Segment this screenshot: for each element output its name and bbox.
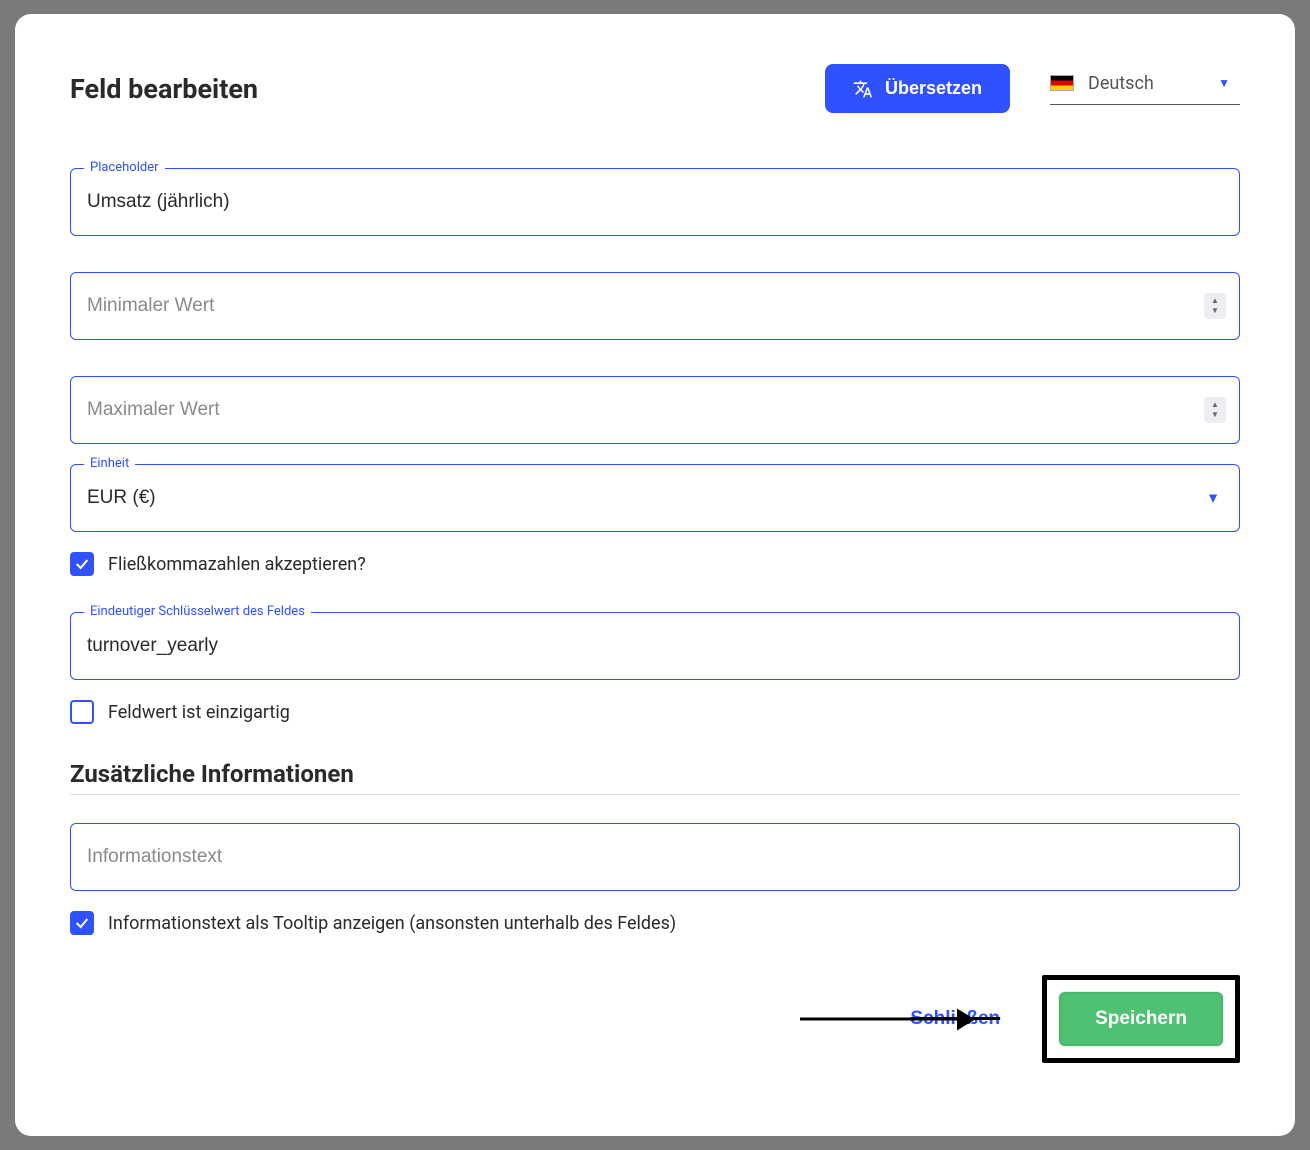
key-field-group: Eindeutiger Schlüsselwert des Feldes (70, 612, 1240, 680)
unique-row: Feldwert ist einzigartig (70, 700, 1240, 724)
language-select[interactable]: Deutsch ▼ (1050, 73, 1240, 105)
section-divider (70, 794, 1240, 795)
max-value-input[interactable] (70, 376, 1240, 444)
check-icon (74, 915, 90, 931)
info-text-input[interactable] (70, 823, 1240, 891)
close-button[interactable]: Schließen (908, 1004, 1002, 1034)
number-stepper[interactable]: ▲ ▼ (1204, 397, 1226, 423)
unique-checkbox[interactable] (70, 700, 94, 724)
check-icon (74, 556, 90, 572)
key-field-label: Eindeutiger Schlüsselwert des Feldes (84, 604, 311, 619)
info-text-group (70, 823, 1240, 891)
language-label: Deutsch (1088, 73, 1204, 94)
modal-footer: Schließen Speichern (70, 975, 1240, 1063)
key-input[interactable] (70, 612, 1240, 680)
max-value-group: ▲ ▼ (70, 376, 1240, 444)
chevron-down-icon: ▼ (1218, 76, 1230, 90)
placeholder-field-group: Placeholder (70, 168, 1240, 236)
chevron-down-icon: ▼ (1211, 411, 1219, 419)
number-stepper[interactable]: ▲ ▼ (1204, 293, 1226, 319)
min-value-group: ▲ ▼ (70, 272, 1240, 340)
accept-float-row: Fließkommazahlen akzeptieren? (70, 552, 1240, 576)
chevron-up-icon: ▲ (1211, 401, 1219, 409)
tooltip-checkbox[interactable] (70, 911, 94, 935)
additional-section-title: Zusätzliche Informationen (70, 760, 1240, 788)
save-button[interactable]: Speichern (1059, 992, 1223, 1046)
chevron-down-icon: ▼ (1211, 307, 1219, 315)
tooltip-label: Informationstext als Tooltip anzeigen (a… (108, 913, 676, 934)
translate-button[interactable]: Übersetzen (825, 64, 1010, 113)
chevron-up-icon: ▲ (1211, 297, 1219, 305)
flag-de-icon (1050, 75, 1074, 91)
modal-header: Feld bearbeiten Übersetzen Deutsch ▼ (70, 64, 1240, 113)
accept-float-checkbox[interactable] (70, 552, 94, 576)
tooltip-row: Informationstext als Tooltip anzeigen (a… (70, 911, 1240, 935)
placeholder-input[interactable] (70, 168, 1240, 236)
translate-button-label: Übersetzen (885, 78, 982, 99)
translate-icon (853, 79, 873, 99)
edit-field-modal: Feld bearbeiten Übersetzen Deutsch ▼ Pla… (15, 14, 1295, 1136)
header-actions: Übersetzen Deutsch ▼ (825, 64, 1240, 113)
modal-title: Feld bearbeiten (70, 73, 258, 105)
unit-field-group: Einheit ▼ (70, 464, 1240, 532)
placeholder-field-label: Placeholder (84, 160, 165, 175)
unique-label: Feldwert ist einzigartig (108, 702, 290, 723)
unit-field-label: Einheit (84, 456, 135, 471)
unit-select[interactable] (70, 464, 1240, 532)
accept-float-label: Fließkommazahlen akzeptieren? (108, 554, 366, 575)
save-highlight-box: Speichern (1042, 975, 1240, 1063)
min-value-input[interactable] (70, 272, 1240, 340)
